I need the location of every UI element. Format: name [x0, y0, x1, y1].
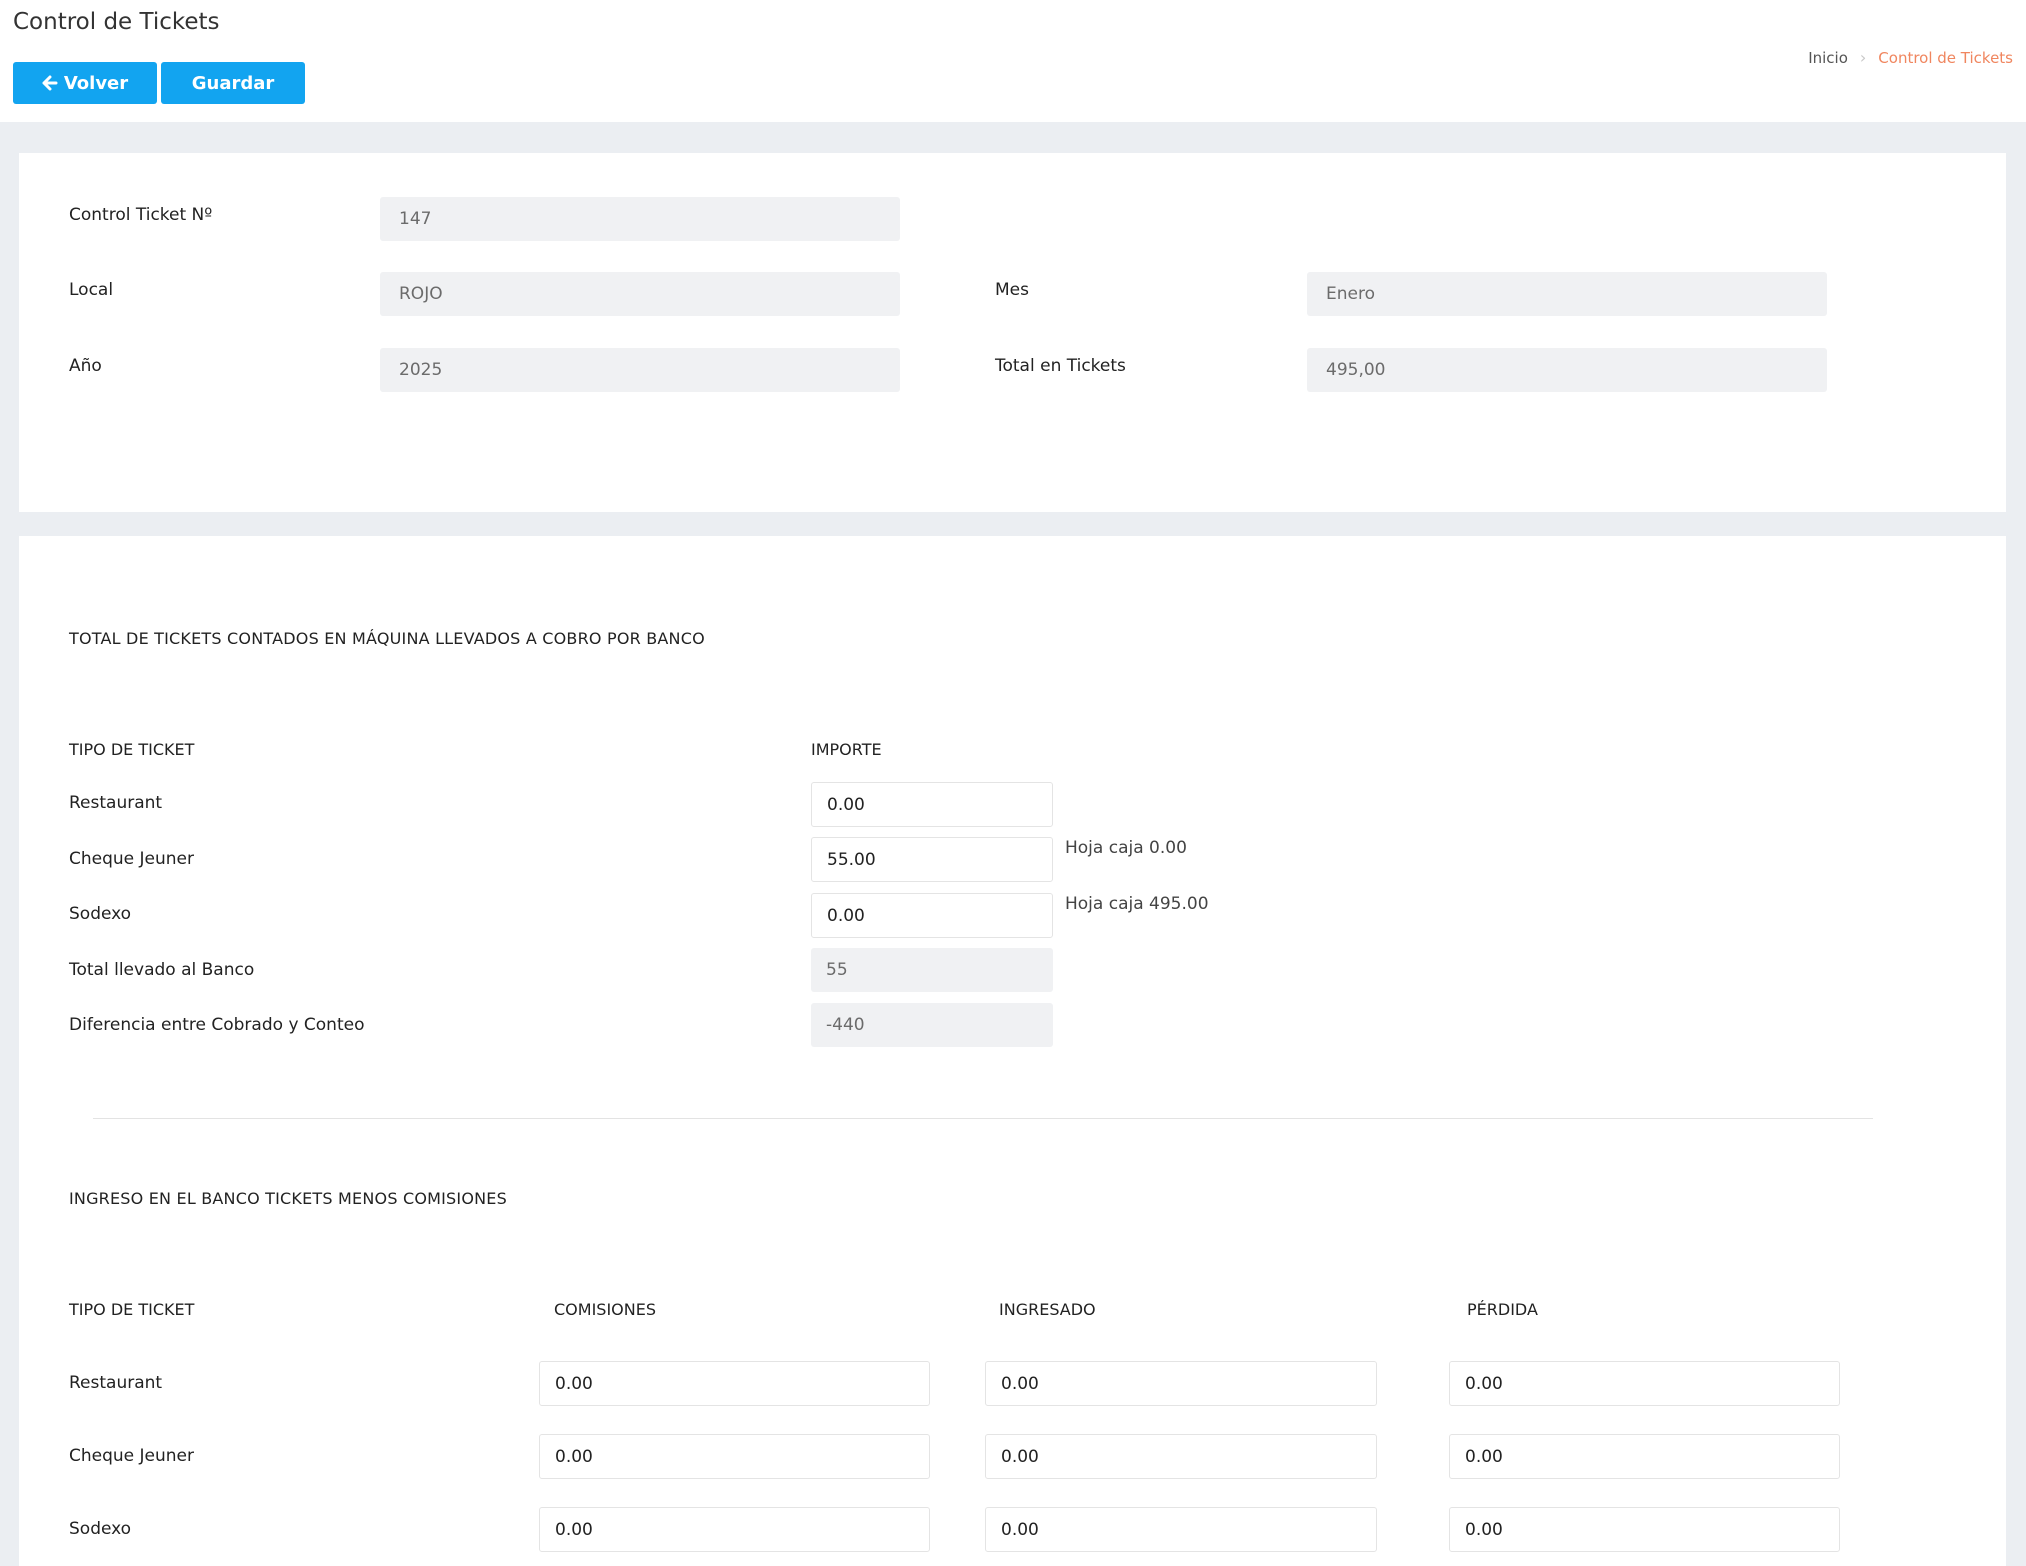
chevron-right-icon: › [1859, 48, 1867, 67]
bank-count-section-title: TOTAL DE TICKETS CONTADOS EN MÁQUINA LLE… [69, 629, 705, 648]
cheque-jeuner-hoja-caja: Hoja caja 0.00 [1065, 838, 1187, 858]
sodexo-comisiones-input[interactable] [539, 1507, 930, 1552]
sodexo-label: Sodexo [69, 904, 132, 924]
breadcrumb-current: Control de Tickets [1878, 48, 2013, 67]
cheque-jeuner-perdida-input[interactable] [1449, 1434, 1840, 1479]
page-title: Control de Tickets [13, 9, 220, 35]
sodexo-perdida-input[interactable] [1449, 1507, 1840, 1552]
sodexo-ingresado-input[interactable] [985, 1507, 1377, 1552]
breadcrumb-home-link[interactable]: Inicio [1808, 49, 1848, 67]
ticket-info-card: Control Ticket Nº 147 Local ROJO Mes Ene… [19, 153, 2006, 512]
sodexo-hoja-caja: Hoja caja 495.00 [1065, 894, 1209, 914]
total-tickets-field: 495,00 [1307, 348, 1827, 392]
save-button[interactable]: Guardar [161, 62, 305, 104]
restaurant-perdida-input[interactable] [1449, 1361, 1840, 1406]
total-banco-field: 55 [811, 948, 1053, 992]
cheque-jeuner-importe-input[interactable] [811, 837, 1053, 882]
mes-field: Enero [1307, 272, 1827, 316]
cheque-jeuner-ingresado-input[interactable] [985, 1434, 1377, 1479]
total-tickets-label: Total en Tickets [995, 356, 1126, 376]
section-divider [93, 1118, 1873, 1119]
ticket-number-field: 147 [380, 197, 900, 241]
sodexo-importe-input[interactable] [811, 893, 1053, 938]
restaurant-label: Restaurant [69, 793, 163, 813]
local-field: ROJO [380, 272, 900, 316]
col-importe: IMPORTE [811, 740, 882, 759]
ticket-number-label: Control Ticket Nº [69, 205, 213, 225]
arrow-left-icon [42, 75, 58, 91]
back-button-label: Volver [63, 72, 129, 94]
total-banco-label: Total llevado al Banco [69, 960, 255, 980]
income-restaurant-label: Restaurant [69, 1373, 163, 1393]
breadcrumb: Inicio › Control de Tickets [1808, 48, 2013, 67]
col-tipo-ticket-2: TIPO DE TICKET [69, 1300, 195, 1319]
anio-field: 2025 [380, 348, 900, 392]
col-perdida: PÉRDIDA [1467, 1300, 1538, 1319]
back-button[interactable]: Volver [13, 62, 157, 104]
restaurant-ingresado-input[interactable] [985, 1361, 1377, 1406]
restaurant-comisiones-input[interactable] [539, 1361, 930, 1406]
cheque-jeuner-comisiones-input[interactable] [539, 1434, 930, 1479]
diferencia-label: Diferencia entre Cobrado y Conteo [69, 1015, 365, 1035]
diferencia-field: -440 [811, 1003, 1053, 1047]
col-tipo-ticket: TIPO DE TICKET [69, 740, 195, 759]
anio-label: Año [69, 356, 102, 376]
page-header: Control de Tickets Volver Guardar Inicio… [0, 0, 2026, 122]
local-label: Local [69, 280, 114, 300]
mes-label: Mes [995, 280, 1029, 300]
restaurant-importe-input[interactable] [811, 782, 1053, 827]
col-ingresado: INGRESADO [999, 1300, 1096, 1319]
bank-card: TOTAL DE TICKETS CONTADOS EN MÁQUINA LLE… [19, 536, 2006, 1566]
income-cheque-jeuner-label: Cheque Jeuner [69, 1446, 195, 1466]
bank-income-section-title: INGRESO EN EL BANCO TICKETS MENOS COMISI… [69, 1189, 507, 1208]
income-sodexo-label: Sodexo [69, 1519, 132, 1539]
col-comisiones: COMISIONES [554, 1300, 656, 1319]
cheque-jeuner-label: Cheque Jeuner [69, 849, 195, 869]
